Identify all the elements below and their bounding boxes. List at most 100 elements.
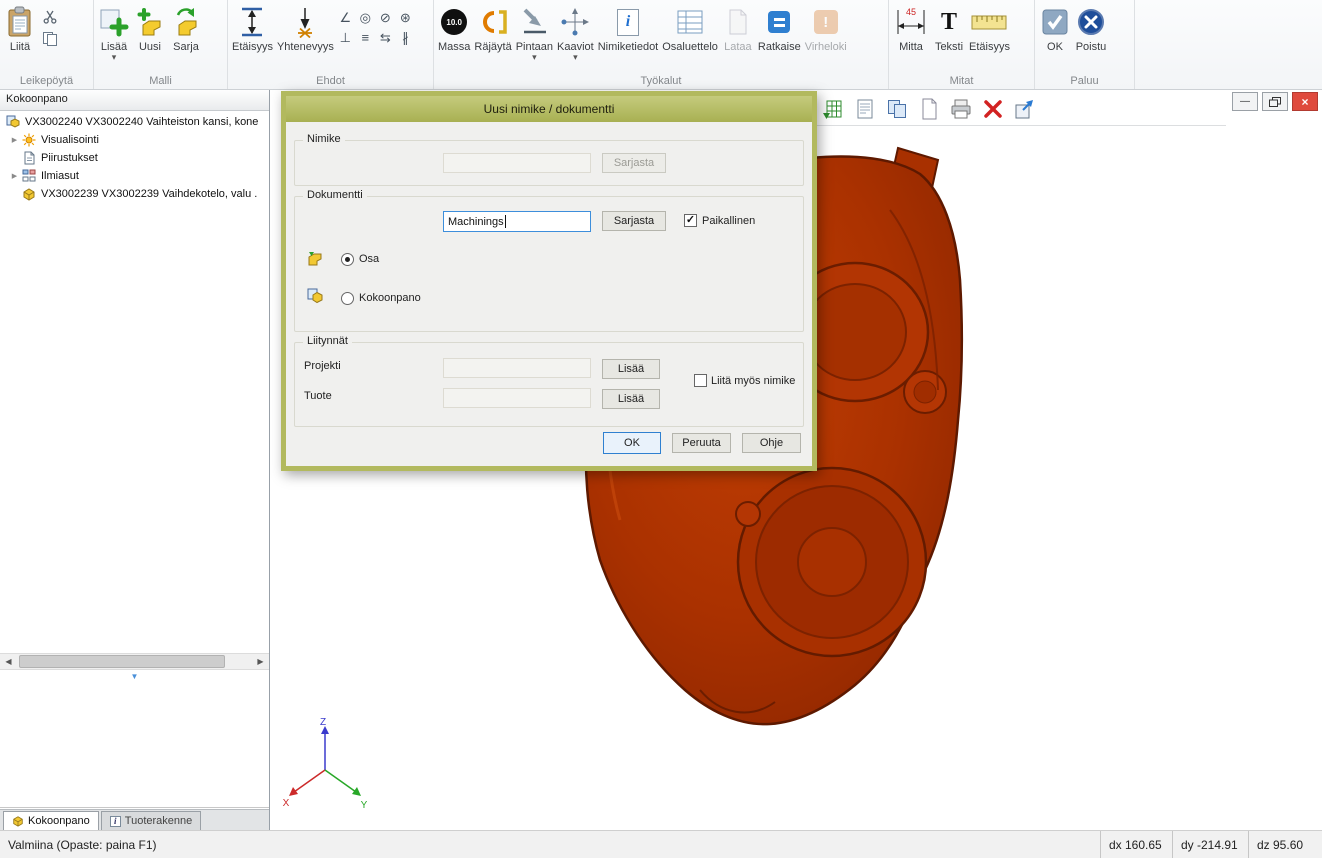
ribbon-toolbar: Liitä Leikepöytä Lisää ▾ Uusi — [0, 0, 1322, 90]
liita-myos-checkbox[interactable] — [694, 374, 707, 387]
dokumentti-sarjasta-button[interactable]: Sarjasta — [602, 211, 666, 231]
symmetry-constraint-icon[interactable]: ⊛ — [396, 8, 415, 27]
minimize-button[interactable]: — — [1232, 92, 1258, 111]
button-label: OK — [624, 437, 640, 449]
ribbon-group-dimensions: 45 Mitta T Teksti Etäisyys Mitat — [889, 0, 1035, 89]
copy-view-button[interactable] — [886, 98, 908, 120]
tree-item-visualisointi[interactable]: ▶ Visualisointi — [0, 131, 268, 149]
dropdown-arrow-icon[interactable]: ▾ — [532, 53, 537, 61]
dialog-title: Uusi nimike / dokumentti — [484, 102, 615, 116]
tree-item-piirustukset[interactable]: Piirustukset — [0, 149, 268, 167]
expand-arrow-icon[interactable]: ▶ — [8, 172, 21, 180]
tab-tuoterakenne[interactable]: i Tuoterakenne — [101, 811, 201, 830]
tuote-input[interactable] — [443, 388, 591, 408]
expand-arrow-icon[interactable]: ▶ — [8, 136, 21, 144]
tangent-constraint-icon[interactable]: ⊘ — [376, 8, 395, 27]
ohje-button[interactable]: Ohje — [742, 433, 801, 453]
align-constraint-icon[interactable]: ⇆ — [376, 28, 395, 47]
peruuta-button[interactable]: Peruuta — [672, 433, 731, 453]
distance-constraint-button[interactable]: Etäisyys — [230, 3, 275, 53]
text-tool-button[interactable]: T Teksti — [931, 3, 967, 53]
export-spreadsheet-button[interactable] — [822, 98, 844, 120]
model-group-label: Malli — [94, 75, 227, 87]
secondary-panel: ▼ — [0, 671, 269, 808]
button-label: Peruuta — [682, 437, 721, 449]
paikallinen-checkbox[interactable]: ✓ — [684, 214, 697, 227]
delete-view-button[interactable] — [982, 98, 1004, 120]
mass-button[interactable]: 10.0 Massa — [436, 3, 472, 53]
dropdown-arrow-icon[interactable]: ▾ — [112, 53, 117, 61]
osa-radio[interactable] — [341, 253, 354, 266]
scrollbar-track[interactable] — [17, 654, 252, 669]
projekti-lisaa-button[interactable]: Lisää — [602, 359, 660, 379]
dialog-body: Nimike Sarjasta Dokumentti Machinings Sa… — [286, 122, 812, 465]
to-surface-button[interactable]: Pintaan ▾ — [514, 3, 555, 61]
restore-button[interactable] — [1262, 92, 1288, 111]
panel-tab-bar: Kokoonpano i Tuoterakenne — [0, 809, 269, 830]
constraint-icon-grid: ∠ ◎ ⊘ ⊛ ⊥ ≡ ⇆ ∦ — [336, 8, 415, 47]
dropdown-arrow-icon[interactable]: ▾ — [573, 53, 578, 61]
axis-z-label: Z — [320, 717, 326, 728]
nimike-sarjasta-button[interactable]: Sarjasta — [602, 153, 666, 173]
tree-item-part-vx3002239[interactable]: VX3002239 VX3002239 Vaihdekotelo, valu . — [0, 185, 268, 203]
explode-button[interactable]: Räjäytä — [472, 3, 513, 53]
scroll-left-button[interactable]: ◀ — [0, 654, 17, 669]
nimike-group-label: Nimike — [303, 133, 345, 145]
nimike-input[interactable] — [443, 153, 591, 173]
measure-button[interactable]: 45 Mitta — [891, 3, 931, 53]
error-log-button[interactable]: ! Virheloki — [803, 3, 849, 53]
export-view-button[interactable] — [1014, 98, 1036, 120]
tree-item-ilmiasut[interactable]: ▶ Ilmiasut — [0, 167, 268, 185]
distance-measure-button[interactable]: Etäisyys — [967, 3, 1012, 53]
tree-item-root-assembly[interactable]: VX3002240 VX3002240 Vaihteiston kansi, k… — [0, 113, 268, 131]
exit-button[interactable]: Poistu — [1073, 3, 1109, 53]
tab-kokoonpano[interactable]: Kokoonpano — [3, 811, 99, 830]
scroll-right-button[interactable]: ▶ — [252, 654, 269, 669]
ok-ribbon-button[interactable]: OK — [1037, 3, 1073, 53]
concentric-constraint-icon[interactable]: ◎ — [356, 8, 375, 27]
ribbon-group-constraints: Etäisyys Yhtenevyys ∠ ◎ ⊘ ⊛ ⊥ ≡ ⇆ ∦ Ehdo… — [228, 0, 434, 89]
add-model-button[interactable]: Lisää ▾ — [96, 3, 132, 61]
dokumentti-input[interactable]: Machinings — [443, 211, 591, 232]
tuote-lisaa-button[interactable]: Lisää — [602, 389, 660, 409]
ok-button[interactable]: OK — [603, 432, 661, 454]
kokoonpano-radio[interactable] — [341, 292, 354, 305]
splitter-marker-icon[interactable]: ▼ — [131, 672, 139, 681]
copy-button[interactable] — [40, 30, 60, 47]
perpendicular-constraint-icon[interactable]: ⊥ — [336, 28, 355, 47]
text-tool-label: Teksti — [935, 41, 963, 53]
scrollbar-thumb[interactable] — [19, 655, 225, 668]
coordinate-axes: Z X Y — [280, 716, 370, 812]
button-label: Lisää — [618, 363, 644, 375]
dimensions-group-label: Mitat — [889, 75, 1034, 87]
visualization-sun-icon — [21, 133, 37, 147]
part-list-button[interactable]: Osaluettelo — [660, 3, 720, 53]
print-button[interactable] — [950, 98, 972, 120]
load-button[interactable]: Lataa — [720, 3, 756, 53]
parallel-constraint-icon[interactable]: ≡ — [356, 28, 375, 47]
series-button[interactable]: Sarja — [168, 3, 204, 53]
angle-constraint-icon[interactable]: ∠ — [336, 8, 355, 27]
horizontal-scrollbar[interactable]: ◀ ▶ — [0, 653, 269, 670]
checkmark-icon: ✓ — [686, 215, 695, 226]
item-info-button[interactable]: i Nimiketiedot — [596, 3, 661, 53]
item-info-label: Nimiketiedot — [598, 41, 659, 53]
kokoonpano-label: Kokoonpano — [359, 292, 421, 304]
coincidence-constraint-button[interactable]: Yhtenevyys — [275, 3, 336, 53]
solve-button[interactable]: Ratkaise — [756, 3, 803, 53]
new-sheet-button[interactable] — [918, 98, 940, 120]
projekti-input[interactable] — [443, 358, 591, 378]
toolbar-divider — [816, 125, 1226, 126]
document-list-button[interactable] — [854, 98, 876, 120]
diagrams-button[interactable]: Kaaviot ▾ — [555, 3, 596, 61]
dialog-titlebar[interactable]: Uusi nimike / dokumentti — [286, 96, 812, 122]
cross-constraint-icon[interactable]: ∦ — [396, 28, 415, 47]
distance-constraint-icon — [238, 4, 266, 40]
paste-button[interactable]: Liitä — [2, 3, 38, 53]
cut-button[interactable] — [40, 8, 60, 25]
dokumentti-input-value: Machinings — [448, 216, 504, 228]
new-part-button[interactable]: Uusi — [132, 3, 168, 53]
close-button[interactable]: × — [1292, 92, 1318, 111]
panel-header: Kokoonpano — [0, 90, 269, 111]
copy-icon — [42, 31, 58, 47]
